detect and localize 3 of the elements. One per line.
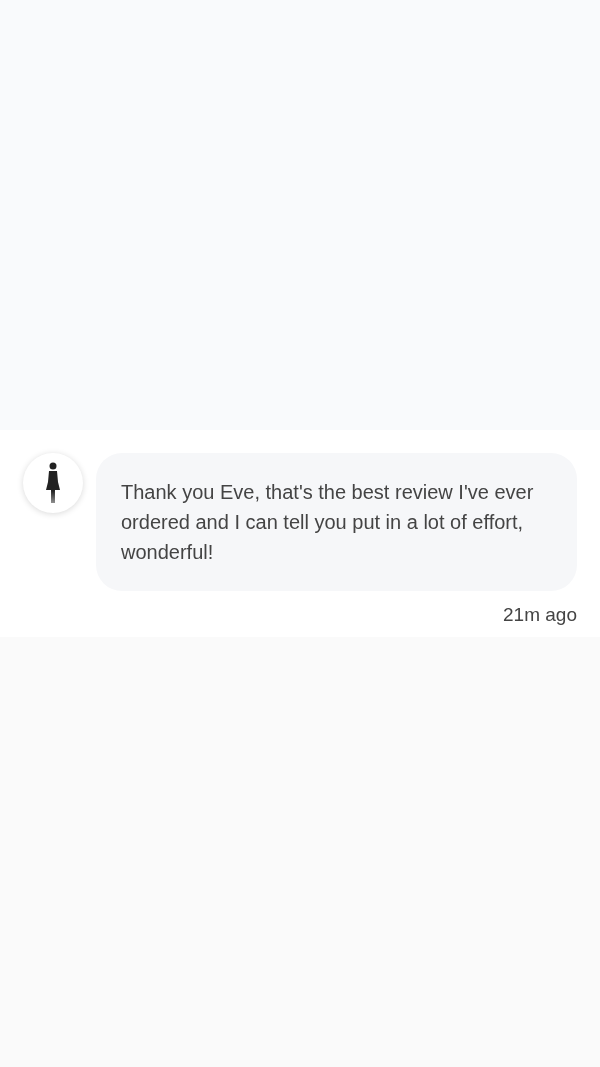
timestamp: 21m ago xyxy=(503,603,577,627)
woman-silhouette-icon xyxy=(44,462,62,504)
message-text: Thank you Eve, that's the best review I've ever ordered and I can tell you put in a lot of effort, wonderful! xyxy=(121,480,535,565)
